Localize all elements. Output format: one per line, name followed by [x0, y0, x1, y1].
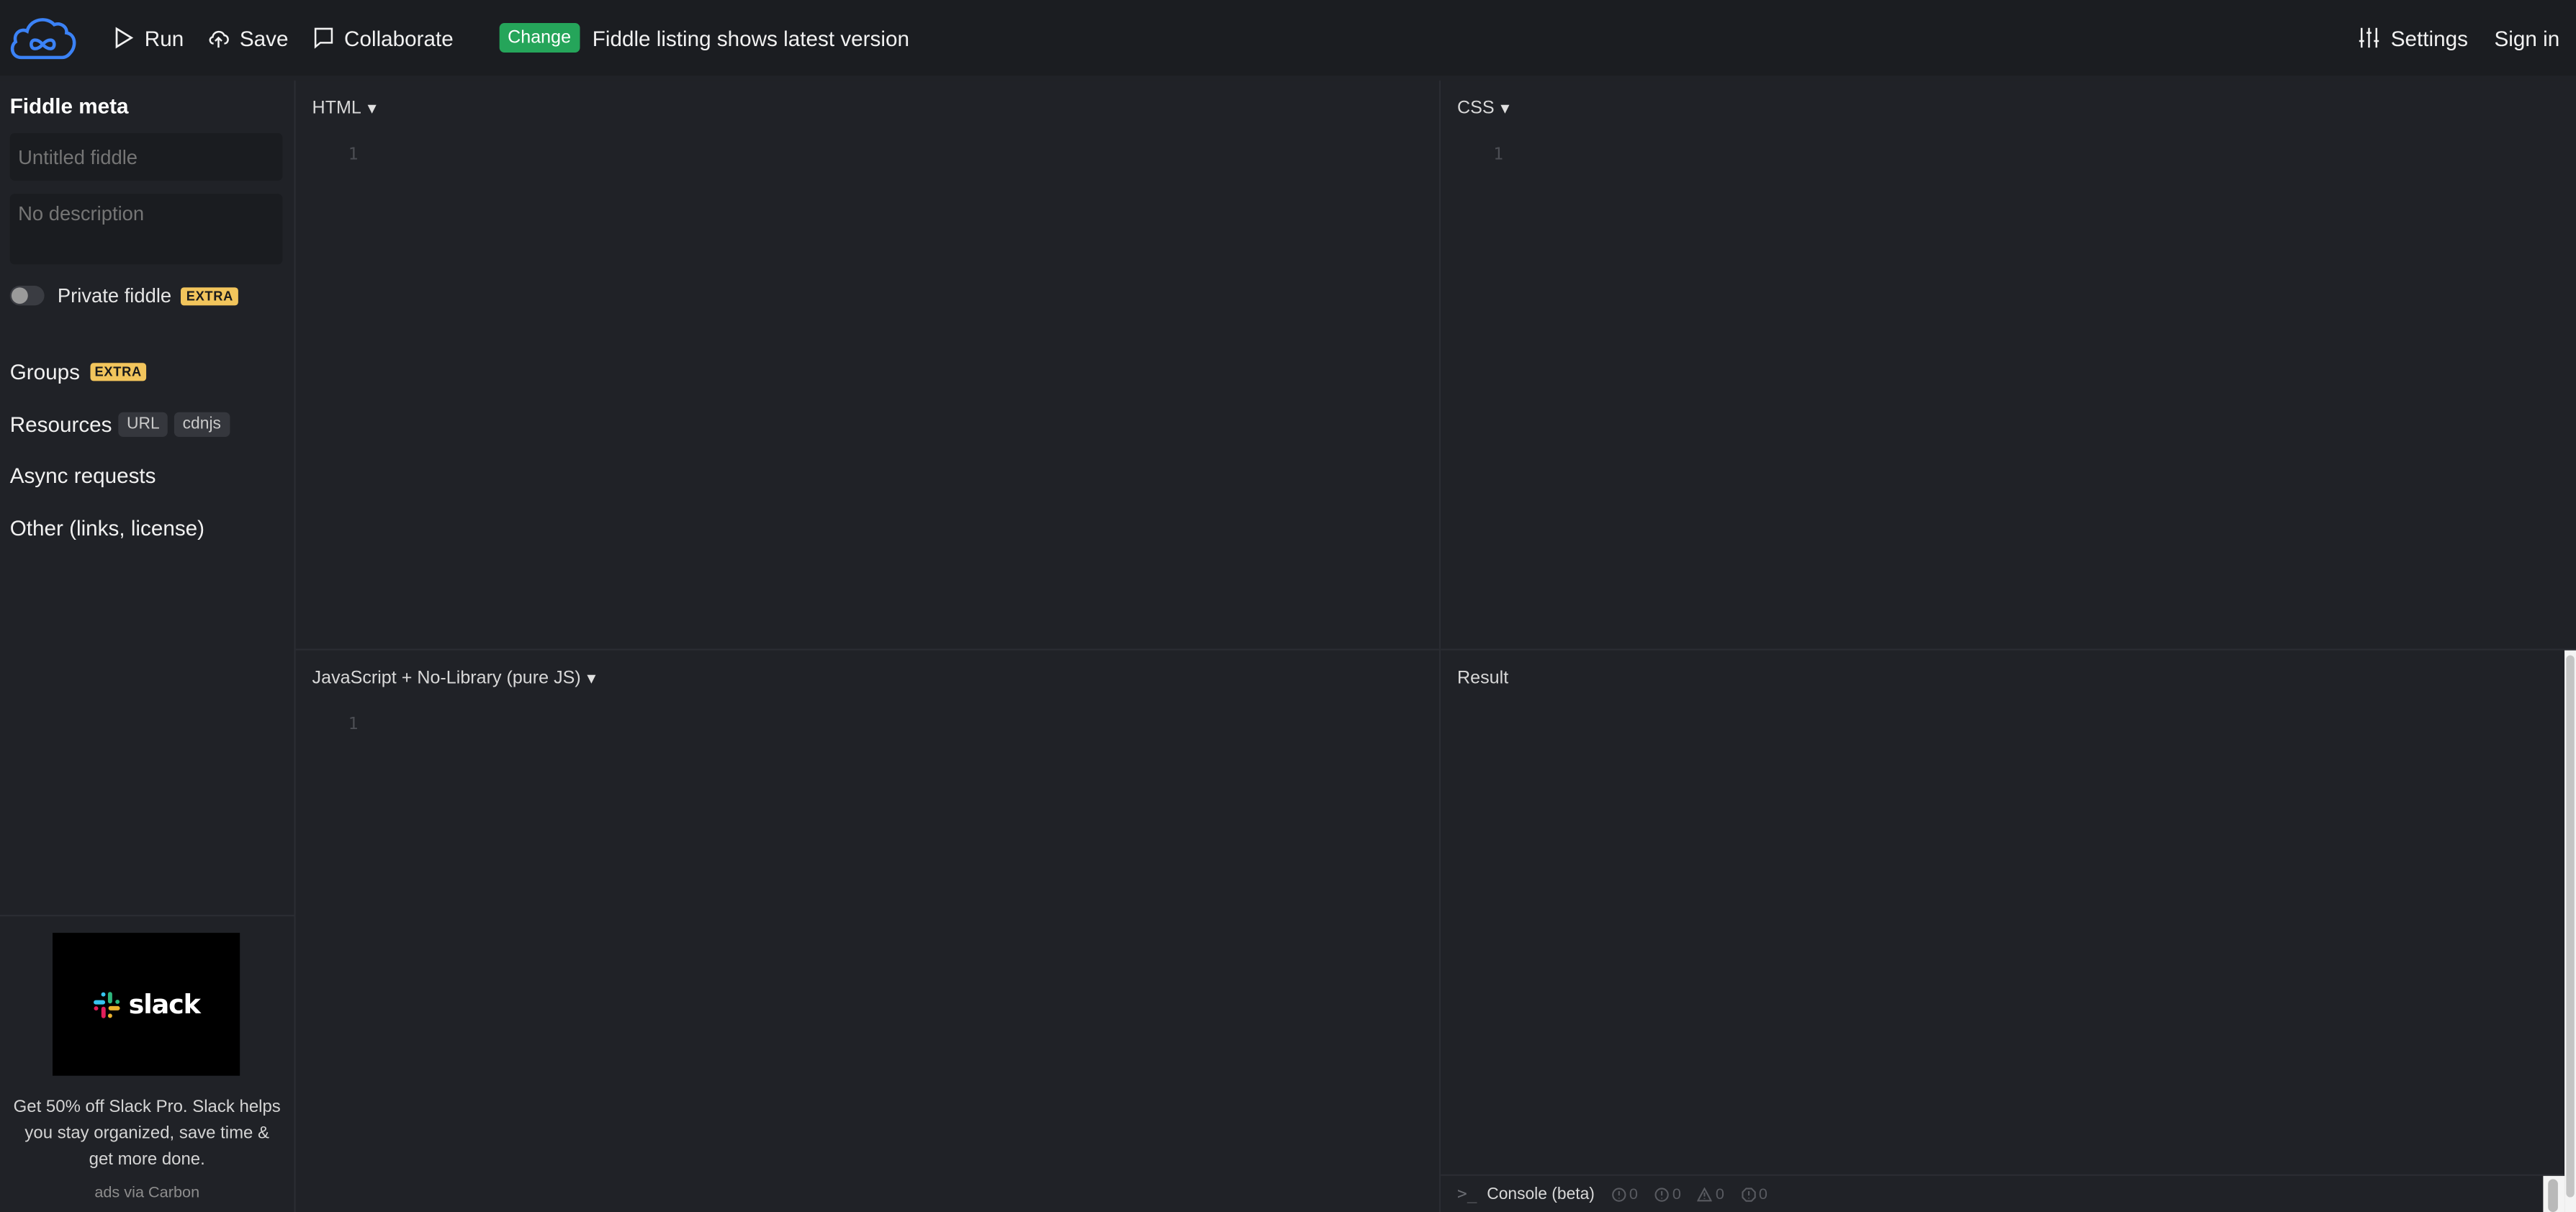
- line-number: 1: [348, 146, 359, 165]
- url-tag[interactable]: URL: [118, 412, 168, 437]
- caret-down-icon: ▼: [364, 100, 379, 117]
- warning-count-value: 0: [1715, 1185, 1724, 1204]
- result-scrollbar[interactable]: [2564, 650, 2576, 1212]
- warning-triangle-icon: [1697, 1187, 1713, 1202]
- sidebar-item-async-requests[interactable]: Async requests: [10, 463, 156, 487]
- js-language-selector[interactable]: JavaScript + No-Library (pure JS) ▼: [312, 669, 599, 688]
- listing-notice: Fiddle listing shows latest version: [592, 25, 909, 50]
- line-number: 1: [348, 715, 359, 735]
- js-panel[interactable]: JavaScript + No-Library (pure JS) ▼ 1: [295, 648, 1441, 1212]
- extra-badge: EXTRA: [181, 286, 238, 305]
- cdnjs-tag[interactable]: cdnjs: [174, 412, 230, 437]
- groups-label: Groups: [9, 359, 80, 384]
- async-requests-label: Async requests: [9, 463, 156, 488]
- html-panel[interactable]: HTML ▼ 1: [295, 80, 1441, 649]
- save-label: Save: [239, 25, 289, 50]
- sign-in-label: Sign in: [2494, 25, 2560, 50]
- settings-label: Settings: [2390, 25, 2468, 50]
- slack-logo-icon: [94, 991, 121, 1018]
- js-label: JavaScript + No-Library (pure JS): [312, 668, 581, 689]
- toggle-knob: [11, 287, 28, 304]
- collaborate-label: Collaborate: [344, 25, 454, 50]
- caret-down-icon: ▼: [1498, 100, 1513, 117]
- resources-label: Resources: [9, 412, 112, 437]
- log-count-value: 0: [1629, 1185, 1638, 1204]
- other-label: Other (links, license): [9, 515, 205, 541]
- sidebar-item-other[interactable]: Other (links, license): [10, 516, 204, 541]
- run-button[interactable]: Run: [112, 25, 184, 50]
- html-label: HTML: [312, 98, 361, 119]
- result-label: Result: [1457, 668, 1509, 689]
- ad-text[interactable]: Get 50% off Slack Pro. Slack helps you s…: [13, 1094, 281, 1173]
- caret-down-icon: ▼: [584, 670, 599, 687]
- log-count: 0: [1611, 1186, 1638, 1204]
- change-button[interactable]: Change: [499, 22, 580, 53]
- sidebar: Fiddle meta Private fiddle EXTRA Groups …: [0, 80, 296, 1212]
- ad-image[interactable]: slack: [53, 933, 240, 1076]
- sidebar-item-resources[interactable]: Resources URL cdnjs: [10, 412, 230, 437]
- sign-in-link[interactable]: Sign in: [2494, 25, 2559, 50]
- sidebar-item-groups[interactable]: Groups EXTRA: [10, 360, 147, 384]
- info-circle-icon: [1611, 1188, 1626, 1202]
- console-toggle[interactable]: Console (beta): [1487, 1186, 1595, 1204]
- play-icon: [115, 27, 134, 49]
- settings-button[interactable]: Settings: [2358, 25, 2468, 50]
- css-label: CSS: [1457, 98, 1495, 119]
- ad-brand: slack: [128, 988, 201, 1021]
- scrollbar-thumb[interactable]: [2566, 655, 2575, 1198]
- line-number: 1: [1493, 146, 1504, 165]
- sidebar-title: Fiddle meta: [9, 94, 129, 119]
- warning-count: 0: [1697, 1185, 1724, 1204]
- ads-via-carbon-link[interactable]: ads via Carbon: [0, 1184, 294, 1202]
- save-button[interactable]: Save: [207, 25, 288, 50]
- console-scrollbar[interactable]: [2543, 1175, 2565, 1212]
- result-label-wrap: Result: [1457, 669, 1508, 688]
- terminal-icon: >_: [1457, 1185, 1477, 1204]
- private-fiddle-label: Private fiddle: [57, 284, 172, 307]
- error-count-value: 0: [1758, 1185, 1767, 1204]
- chat-bubble-icon: [313, 27, 333, 49]
- info-count-value: 0: [1672, 1185, 1681, 1204]
- top-bar: Run Save Collaborate Change Fiddle listi…: [0, 0, 2576, 76]
- carbon-ad: slack Get 50% off Slack Pro. Slack helps…: [0, 915, 294, 1212]
- html-language-selector[interactable]: HTML ▼: [312, 99, 379, 118]
- error-octagon-icon: [1741, 1188, 1755, 1202]
- info-circle-icon: [1654, 1188, 1669, 1202]
- app: Run Save Collaborate Change Fiddle listi…: [0, 0, 2576, 1212]
- result-panel: Result: [1441, 648, 2576, 1212]
- fiddle-description-input[interactable]: [9, 194, 283, 265]
- cloud-upload-icon: [209, 30, 229, 48]
- scrollbar-thumb[interactable]: [2548, 1179, 2558, 1212]
- sliders-icon: [2359, 27, 2379, 48]
- jsfiddle-logo-icon[interactable]: [6, 10, 78, 66]
- fiddle-title-input[interactable]: [9, 132, 283, 181]
- extra-badge: EXTRA: [89, 363, 147, 381]
- run-label: Run: [144, 25, 184, 50]
- css-panel[interactable]: CSS ▼ 1: [1441, 80, 2576, 649]
- css-language-selector[interactable]: CSS ▼: [1457, 99, 1513, 118]
- private-fiddle-toggle[interactable]: [9, 286, 45, 306]
- private-fiddle-row: Private fiddle EXTRA: [9, 284, 238, 307]
- console-bar: >_ Console (beta) 0 0 0 0: [1441, 1174, 2565, 1212]
- error-count: 0: [1741, 1186, 1767, 1204]
- info-count: 0: [1654, 1186, 1681, 1204]
- collaborate-button[interactable]: Collaborate: [311, 25, 454, 50]
